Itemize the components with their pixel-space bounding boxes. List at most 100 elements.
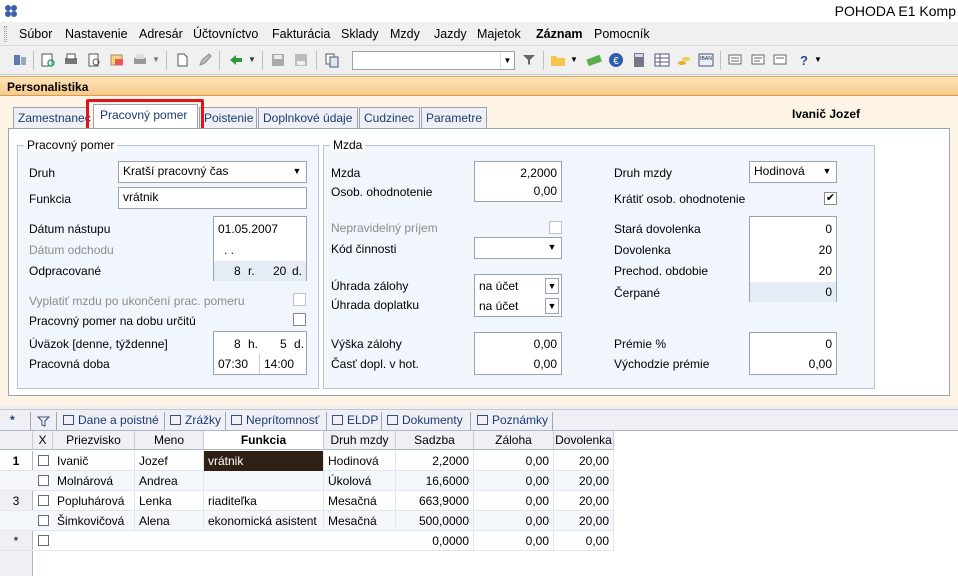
edit-pen-icon[interactable] [197, 52, 213, 68]
cell-sadzba[interactable]: 663,9000 [396, 491, 474, 511]
dovolenka-input[interactable]: 20 [819, 243, 832, 257]
cell-meno[interactable]: Alena [135, 511, 204, 531]
chevron-down-icon[interactable]: ▼ [290, 164, 304, 178]
new-record-icon[interactable] [174, 52, 190, 68]
table-row[interactable]: Ivanič Jozef vrátnik Hodinová 2,2000 0,0… [0, 451, 614, 471]
agenda-icon[interactable] [772, 52, 788, 68]
column-header-x[interactable]: X [33, 431, 53, 450]
cell-sadzba[interactable]: 16,6000 [396, 471, 474, 491]
cell-zaloha[interactable]: 0,00 [474, 531, 554, 551]
tab-parametre[interactable]: Parametre [421, 107, 487, 128]
lower-tab-eldp[interactable]: ELDP [332, 413, 378, 427]
pracovna-doba-do-input[interactable]: 14:00 [264, 357, 294, 371]
table-row-new[interactable]: 0,0000 0,00 0,00 [0, 531, 614, 551]
folder-icon[interactable] [550, 52, 566, 68]
funkcia-input[interactable]: vrátnik [118, 187, 307, 209]
menu-zaznam[interactable]: Záznam [536, 27, 583, 41]
coins-icon[interactable] [676, 52, 692, 68]
tab-cudzinec[interactable]: Cudzinec [359, 107, 420, 128]
column-header-priezvisko[interactable]: Priezvisko [53, 431, 135, 450]
print-icon[interactable] [63, 52, 79, 68]
menu-subor[interactable]: Súbor [19, 27, 52, 41]
print-preview-icon[interactable] [40, 52, 56, 68]
back-arrow-icon[interactable] [228, 52, 244, 68]
euro-icon[interactable]: € [608, 52, 624, 68]
row-checkbox[interactable] [38, 455, 49, 466]
menu-majetok[interactable]: Majetok [477, 27, 521, 41]
table-icon[interactable] [654, 52, 670, 68]
premie-percent-input[interactable]: 0 [825, 337, 832, 351]
document-preview-icon[interactable] [86, 52, 102, 68]
calculator-icon[interactable] [631, 52, 647, 68]
filter-icon[interactable] [37, 415, 50, 428]
datum-odchodu-input[interactable]: . . [224, 243, 234, 257]
mzda-input[interactable]: 2,2000 [520, 166, 557, 180]
chevron-down-icon[interactable]: ▼ [545, 298, 559, 314]
lower-tab-zrazky[interactable]: Zrážky [170, 413, 221, 427]
menu-nastavenie[interactable]: Nastavenie [65, 27, 128, 41]
cell-dovolenka[interactable]: 20,00 [554, 511, 614, 531]
cell-sadzba[interactable]: 0,0000 [396, 531, 474, 551]
cell-meno[interactable]: Lenka [135, 491, 204, 511]
cell-priezvisko[interactable]: Ivanič [53, 451, 135, 471]
cell-funkcia[interactable]: riaditeľka [204, 491, 324, 511]
cell-zaloha[interactable]: 0,00 [474, 471, 554, 491]
cell-zaloha[interactable]: 0,00 [474, 511, 554, 531]
row-checkbox[interactable] [38, 535, 49, 546]
druh-mzdy-select[interactable]: Hodinová ▼ [749, 161, 837, 183]
nepravidelny-prijem-checkbox[interactable] [549, 221, 562, 234]
quick-search-combo[interactable]: ▼ [352, 51, 515, 70]
cell-druh-mzdy[interactable]: Hodinová [324, 451, 396, 471]
back-dropdown-icon[interactable]: ▼ [248, 55, 256, 64]
column-header-druh-mzdy[interactable]: Druh mzdy [324, 431, 396, 450]
print-dropdown-icon[interactable]: ▼ [152, 55, 160, 64]
cell-sadzba[interactable]: 500,0000 [396, 511, 474, 531]
menu-mzdy[interactable]: Mzdy [390, 27, 420, 41]
tab-doplnkove-udaje[interactable]: Doplnkové údaje [258, 107, 358, 128]
cell-dovolenka[interactable]: 20,00 [554, 491, 614, 511]
copy-icon[interactable] [324, 52, 340, 68]
note-icon[interactable] [727, 52, 743, 68]
kod-cinnosti-select[interactable]: ▼ [474, 237, 562, 259]
column-header-meno[interactable]: Meno [135, 431, 204, 450]
chevron-down-icon[interactable]: ▼ [820, 164, 834, 178]
doba-urcitu-checkbox[interactable] [293, 313, 306, 326]
tab-zamestnanec[interactable]: Zamestnanec [13, 107, 91, 128]
cell-priezvisko[interactable]: Šimkovičová [53, 511, 135, 531]
help-icon[interactable]: ? [795, 52, 811, 68]
navigator-icon[interactable] [12, 52, 28, 68]
money-icon[interactable] [586, 52, 602, 68]
prechod-obdobie-input[interactable]: 20 [819, 264, 832, 278]
save-all-icon[interactable] [293, 52, 309, 68]
uhrada-zalohy-select[interactable]: na účet [479, 279, 518, 293]
cell-meno[interactable]: Andrea [135, 471, 204, 491]
cell-druh-mzdy[interactable]: Úkolová [324, 471, 396, 491]
save-icon[interactable] [270, 52, 286, 68]
export-icon[interactable] [109, 52, 125, 68]
cell-priezvisko[interactable]: Popluhárová [53, 491, 135, 511]
help-dropdown-icon[interactable]: ▼ [814, 55, 822, 64]
kratit-ohodnotenie-checkbox[interactable]: ✔ [824, 192, 837, 205]
stara-dovolenka-input[interactable]: 0 [825, 222, 832, 236]
vyska-zalohy-input[interactable]: 0,00 [534, 337, 557, 351]
table-row[interactable]: Molnárová Andrea Úkolová 16,6000 0,00 20… [0, 471, 614, 491]
iban-icon[interactable]: IBAN [698, 52, 714, 68]
tab-poistenie[interactable]: Poistenie [199, 107, 257, 128]
cell-sadzba[interactable]: 2,2000 [396, 451, 474, 471]
cell-priezvisko[interactable]: Molnárová [53, 471, 135, 491]
lower-tab-poznamky[interactable]: Poznámky [477, 413, 548, 427]
cell-zaloha[interactable]: 0,00 [474, 451, 554, 471]
filter-icon[interactable] [521, 52, 537, 68]
vychodzie-premie-input[interactable]: 0,00 [809, 357, 832, 371]
vyplatit-mzdu-checkbox[interactable] [293, 293, 306, 306]
menu-pomocnik[interactable]: Pomocník [594, 27, 650, 41]
cell-dovolenka[interactable]: 0,00 [554, 531, 614, 551]
pohoda-app-icon[interactable] [3, 3, 19, 19]
lower-tab-dokumenty[interactable]: Dokumenty [387, 413, 463, 427]
uhrada-doplatku-select[interactable]: na účet [479, 299, 518, 313]
combo-dropdown-icon[interactable]: ▼ [500, 52, 514, 69]
uvazok-hours-input[interactable]: 8 [234, 337, 241, 351]
lower-tab-nepritomnost[interactable]: Neprítomnosť [231, 413, 319, 427]
druh-select[interactable]: Kratší pracovný čas ▼ [118, 161, 307, 183]
column-header-zaloha[interactable]: Záloha [474, 431, 554, 450]
